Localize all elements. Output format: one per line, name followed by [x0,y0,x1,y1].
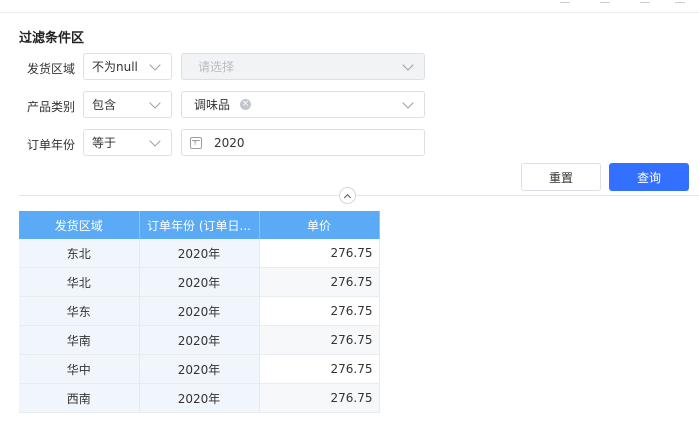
filter-label-category: 产品类别 [27,100,76,114]
year-date-picker[interactable]: 2020 [181,129,425,156]
filter-section-title: 过滤条件区 [19,31,85,46]
section-divider [19,195,699,196]
column-header-region[interactable]: 发货区域 [19,211,140,239]
collapse-filter-button[interactable] [339,187,356,204]
column-header-unit-price[interactable]: 单价 [259,211,380,239]
year-operator-value: 等于 [92,136,117,150]
category-operator-value: 包含 [92,98,117,112]
chevron-down-icon [149,96,161,109]
cell-region: 东北 [19,239,140,268]
table-row: 华中 2020年 276.75 [19,354,380,384]
chevron-down-icon [149,58,161,71]
cell-region: 西南 [19,383,140,413]
toolbar-icon[interactable] [675,0,685,3]
table-header-row: 发货区域 订单年份 (订单日... 单价 [19,211,380,239]
cell-year: 2020年 [139,325,260,355]
table-row: 华北 2020年 276.75 [19,267,380,297]
category-value-select[interactable]: 调味品 × [181,91,425,118]
reset-button[interactable]: 重置 [521,163,601,191]
query-button[interactable]: 查询 [609,163,689,191]
chevron-down-icon [149,134,161,147]
cell-price: 276.75 [259,383,380,413]
cell-price: 276.75 [259,239,380,268]
top-toolbar-strip [0,0,699,13]
category-selected-tag: 调味品 [194,98,231,112]
table-row: 华东 2020年 276.75 [19,296,380,326]
cell-year: 2020年 [139,354,260,384]
filter-label-order-year: 订单年份 [27,138,76,152]
chevron-up-icon [343,193,352,201]
cell-year: 2020年 [139,267,260,297]
region-operator-value: 不为null [92,60,138,74]
cell-region: 华中 [19,354,140,384]
cell-year: 2020年 [139,239,260,268]
region-value-select[interactable]: 请选择 [181,53,425,80]
cell-region: 华北 [19,267,140,297]
calendar-icon [190,136,202,149]
column-header-order-year[interactable]: 订单年份 (订单日... [139,211,260,239]
chevron-down-icon [402,96,414,109]
cell-year: 2020年 [139,296,260,326]
table-row: 东北 2020年 276.75 [19,239,380,268]
cell-year: 2020年 [139,383,260,413]
cell-price: 276.75 [259,325,380,355]
table-row: 华南 2020年 276.75 [19,325,380,355]
year-operator-select[interactable]: 等于 [83,129,172,156]
result-table: 发货区域 订单年份 (订单日... 单价 东北 2020年 276.75 华北 … [19,211,380,413]
category-operator-select[interactable]: 包含 [83,91,172,118]
clear-tag-icon[interactable]: × [240,99,252,110]
chevron-down-icon [402,58,414,71]
region-value-placeholder: 请选择 [198,60,235,74]
filter-label-region: 发货区域 [27,62,76,76]
toolbar-icon[interactable] [560,0,570,3]
year-value: 2020 [214,135,245,150]
region-operator-select[interactable]: 不为null [83,53,172,80]
toolbar-icon[interactable] [640,0,650,3]
cell-price: 276.75 [259,354,380,384]
toolbar-icon[interactable] [600,0,610,3]
cell-region: 华东 [19,296,140,326]
table-row: 西南 2020年 276.75 [19,383,380,413]
cell-price: 276.75 [259,296,380,326]
cell-price: 276.75 [259,267,380,297]
cell-region: 华南 [19,325,140,355]
